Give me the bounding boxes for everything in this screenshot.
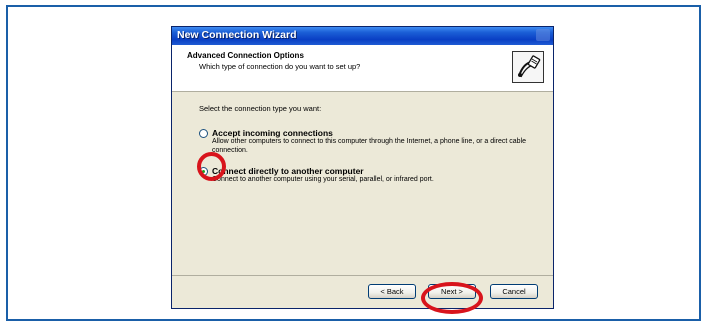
- highlight-circle-radio: [197, 152, 226, 181]
- option-description: Allow other computers to connect to this…: [212, 138, 527, 154]
- cancel-button[interactable]: Cancel: [490, 284, 538, 299]
- close-icon[interactable]: [536, 29, 550, 41]
- header-subtitle: Which type of connection do you want to …: [199, 62, 361, 71]
- option-label[interactable]: Connect directly to another computer: [212, 166, 364, 176]
- wizard-header: Advanced Connection Options Which type o…: [172, 45, 553, 92]
- option-label[interactable]: Accept incoming connections: [212, 128, 333, 138]
- network-cable-icon: [512, 51, 544, 83]
- radio-accept-incoming[interactable]: [199, 129, 208, 138]
- highlight-circle-next: [421, 282, 483, 314]
- wizard-window: New Connection Wizard Advanced Connectio…: [171, 26, 554, 309]
- wizard-content: Select the connection type you want: Acc…: [172, 92, 553, 276]
- header-title: Advanced Connection Options: [187, 51, 304, 60]
- title-bar[interactable]: New Connection Wizard: [172, 27, 553, 45]
- wizard-footer: < Back Next > Cancel: [172, 275, 553, 308]
- back-button[interactable]: < Back: [368, 284, 416, 299]
- selection-prompt: Select the connection type you want:: [199, 104, 322, 113]
- window-title: New Connection Wizard: [177, 29, 297, 41]
- option-description: Connect to another computer using your s…: [212, 176, 434, 183]
